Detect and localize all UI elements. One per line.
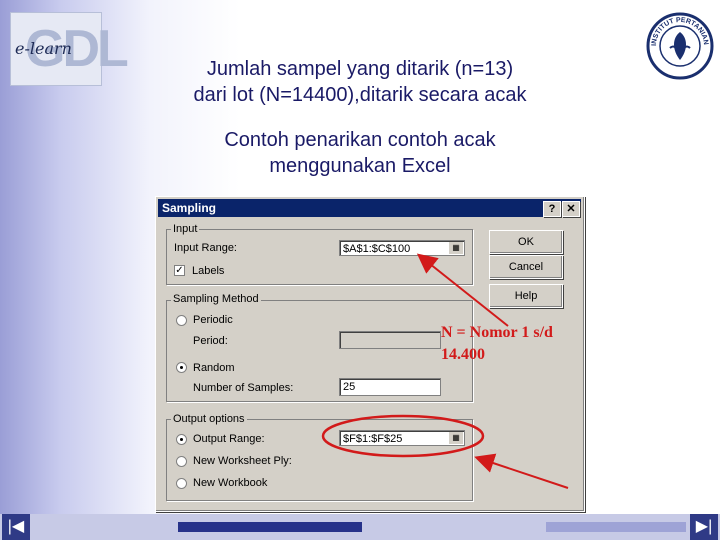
last-slide-icon[interactable]: ▶| — [690, 514, 718, 540]
arrow-to-input-range — [416, 253, 509, 327]
output-range-highlight — [321, 414, 485, 458]
first-slide-icon[interactable]: |◀ — [2, 514, 30, 540]
nav-stripe-right — [546, 522, 686, 532]
annotation-overlay — [321, 253, 569, 489]
arrow-to-output-range — [474, 453, 569, 489]
nav-progress-stripe — [178, 522, 362, 532]
